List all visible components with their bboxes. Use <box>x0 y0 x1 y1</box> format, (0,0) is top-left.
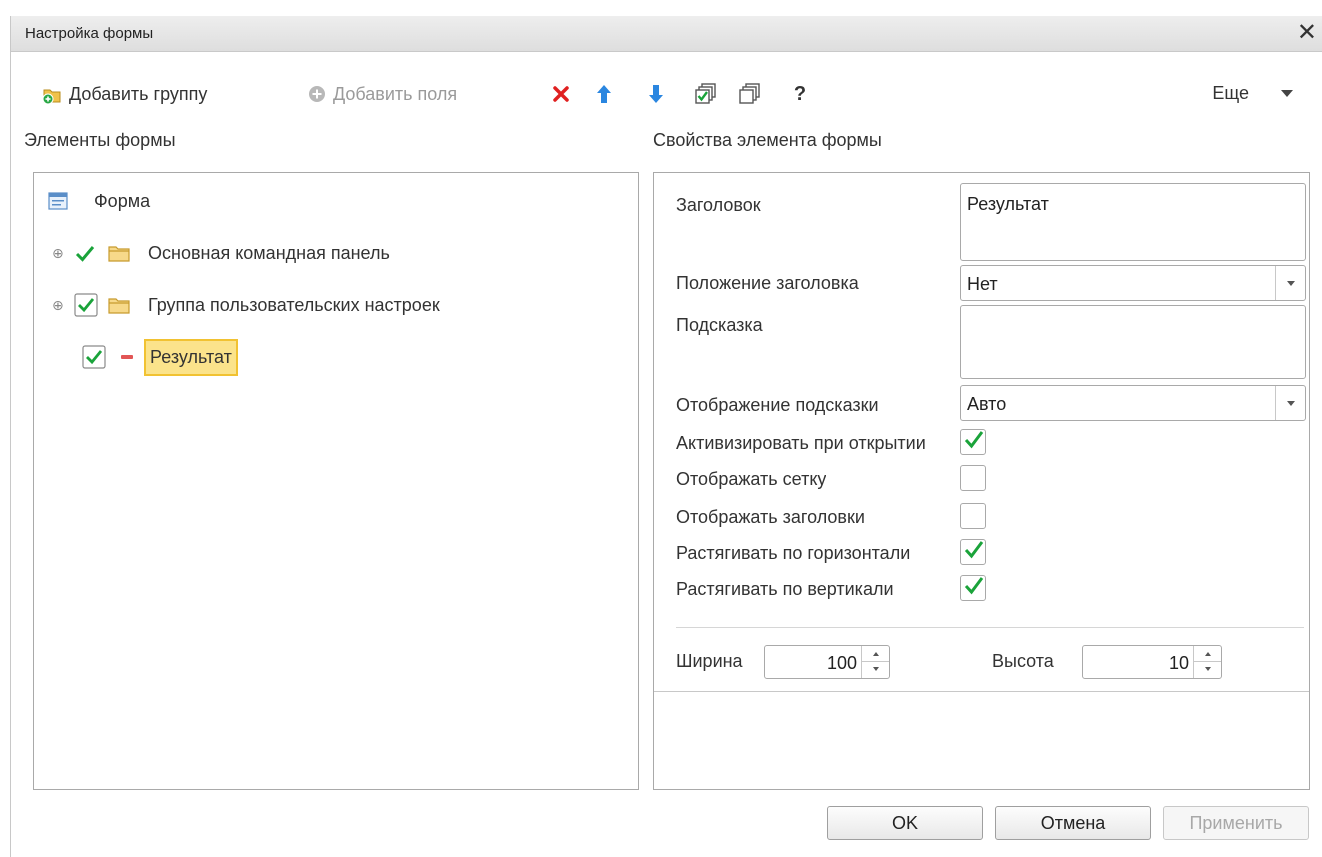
caption-input[interactable]: Результат <box>960 183 1306 261</box>
caption-position-label: Положение заголовка <box>676 273 859 293</box>
ok-button[interactable]: OK <box>827 806 983 840</box>
height-stepper[interactable]: 10 <box>1082 645 1222 679</box>
toolbar: Добавить группу Добавить поля ? Еще <box>11 76 1322 112</box>
check-icon <box>964 541 984 559</box>
check-icon <box>964 431 984 449</box>
check-icon[interactable] <box>74 242 96 264</box>
tooltip-display-label: Отображение подсказки <box>676 395 879 415</box>
element-properties-panel: Заголовок Результат Положение заголовка … <box>653 172 1310 790</box>
tree-item-result[interactable]: Результат <box>82 333 238 381</box>
delete-button[interactable] <box>548 80 574 108</box>
tree-item-form[interactable]: Форма <box>48 183 154 219</box>
field-minus-icon <box>121 355 133 359</box>
check-all-icon <box>695 83 716 104</box>
stretch-horizontal-label: Растягивать по горизонтали <box>676 543 911 563</box>
properties-footer-divider <box>654 691 1309 692</box>
checkbox-checked-icon[interactable] <box>74 293 98 317</box>
add-group-icon <box>42 89 61 105</box>
more-dropdown-icon[interactable] <box>1281 90 1293 97</box>
cancel-button[interactable]: Отмена <box>995 806 1151 840</box>
more-menu[interactable]: Еще <box>1212 83 1249 104</box>
width-spin-buttons <box>861 646 889 678</box>
apply-button[interactable]: Применить <box>1163 806 1309 840</box>
decrement-icon[interactable] <box>862 662 889 678</box>
height-value: 10 <box>1168 653 1189 673</box>
stretch-vertical-label: Растягивать по вертикали <box>676 579 894 599</box>
add-fields-button[interactable]: Добавить поля <box>307 76 457 112</box>
uncheck-all-button[interactable] <box>737 80 763 108</box>
show-grid-label: Отображать сетку <box>676 469 827 489</box>
caption-position-value: Нет <box>967 274 998 294</box>
increment-icon[interactable] <box>862 646 889 662</box>
tooltip-display-value: Авто <box>967 394 1007 414</box>
move-down-button[interactable] <box>643 80 669 108</box>
caption-label: Заголовок <box>676 195 761 215</box>
tooltip-display-select[interactable]: Авто <box>960 385 1306 421</box>
uncheck-all-icon <box>739 83 760 104</box>
arrow-down-icon <box>649 85 663 103</box>
show-headers-checkbox[interactable] <box>960 503 986 529</box>
add-group-label: Добавить группу <box>69 83 208 104</box>
form-elements-title: Элементы формы <box>24 130 176 150</box>
tree-item-user-settings-group[interactable]: ⊕ Группа пользовательских настроек <box>52 287 444 323</box>
add-circle-icon <box>309 86 325 102</box>
arrow-up-icon <box>597 85 611 103</box>
form-elements-tree: Форма ⊕ Основная командная панель ⊕ Груп… <box>33 172 639 790</box>
check-icon <box>964 577 984 595</box>
check-all-button[interactable] <box>693 80 719 108</box>
expand-icon[interactable]: ⊕ <box>52 245 74 262</box>
width-label: Ширина <box>676 651 743 671</box>
tree-item-main-command-panel[interactable]: ⊕ Основная командная панель <box>52 235 394 271</box>
delete-x-icon <box>553 86 569 102</box>
activate-on-open-label: Активизировать при открытии <box>676 433 926 453</box>
add-fields-label: Добавить поля <box>333 83 458 104</box>
decrement-icon[interactable] <box>1194 662 1221 678</box>
width-value: 100 <box>826 653 857 673</box>
help-button[interactable]: ? <box>787 80 813 108</box>
tree-label: Основная командная панель <box>148 242 390 263</box>
element-properties-title: Свойства элемента формы <box>653 130 882 150</box>
caption-position-select[interactable]: Нет <box>960 265 1306 301</box>
close-icon[interactable]: ✕ <box>1297 18 1317 47</box>
dropdown-icon[interactable] <box>1275 266 1305 300</box>
dropdown-icon[interactable] <box>1275 386 1305 420</box>
checkbox-checked-icon[interactable] <box>82 345 106 369</box>
stretch-horizontal-checkbox[interactable] <box>960 539 986 565</box>
folder-icon <box>108 246 130 262</box>
activate-on-open-checkbox[interactable] <box>960 429 986 455</box>
tooltip-label: Подсказка <box>676 315 763 335</box>
increment-icon[interactable] <box>1194 646 1221 662</box>
height-label: Высота <box>992 651 1054 671</box>
tree-label: Форма <box>94 190 151 211</box>
tree-label: Группа пользовательских настроек <box>148 294 440 315</box>
height-spin-buttons <box>1193 646 1221 678</box>
tooltip-input[interactable] <box>960 305 1306 379</box>
stretch-vertical-checkbox[interactable] <box>960 575 986 601</box>
title-bar: Настройка формы ✕ <box>11 16 1322 52</box>
add-group-button[interactable]: Добавить группу <box>41 76 207 112</box>
show-grid-checkbox[interactable] <box>960 465 986 491</box>
form-settings-dialog: Настройка формы ✕ Добавить группу Добави… <box>10 16 1322 857</box>
show-headers-label: Отображать заголовки <box>676 507 865 527</box>
move-up-button[interactable] <box>591 80 617 108</box>
width-stepper[interactable]: 100 <box>764 645 890 679</box>
folder-icon <box>108 298 130 314</box>
tree-label-selected: Результат <box>144 338 238 376</box>
form-icon <box>48 192 68 210</box>
window-title: Настройка формы <box>25 25 154 42</box>
expand-icon[interactable]: ⊕ <box>52 297 74 314</box>
properties-separator <box>676 627 1304 628</box>
